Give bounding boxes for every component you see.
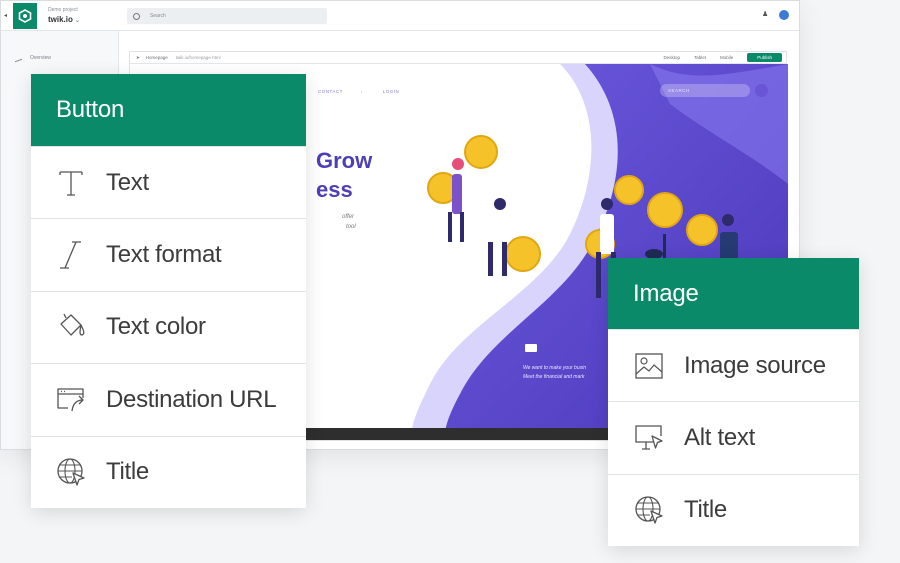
- hero-line-2: ess: [316, 177, 353, 202]
- panel-title: Button: [31, 74, 306, 146]
- page-name[interactable]: Homepage: [146, 55, 168, 60]
- property-label: Destination URL: [106, 385, 277, 413]
- app-logo[interactable]: [13, 3, 37, 29]
- view-desktop[interactable]: Desktop: [663, 55, 680, 60]
- search-input[interactable]: Search: [127, 8, 327, 24]
- hero-sub-line-1: offer: [342, 214, 355, 220]
- image-icon: [632, 349, 666, 383]
- globe-cursor-icon: [632, 493, 666, 527]
- link-window-icon: [54, 383, 88, 417]
- pointer-icon[interactable]: ➤: [136, 55, 140, 61]
- sidebar-item-label: Overview: [30, 55, 51, 61]
- paint-bucket-icon: [54, 310, 88, 344]
- nav-contact[interactable]: CONTACT: [318, 89, 343, 94]
- property-title[interactable]: Title: [608, 473, 859, 546]
- property-destination-url[interactable]: Destination URL: [31, 363, 306, 435]
- globe-cursor-icon: [54, 455, 88, 489]
- bell-icon[interactable]: ♟: [762, 11, 769, 19]
- property-label: Image source: [684, 351, 826, 379]
- menu-icon[interactable]: [755, 84, 768, 97]
- hero-subtext: offer tool: [316, 212, 356, 232]
- site-search-placeholder: SEARCH: [668, 88, 690, 93]
- page-path: twik.io/homepage.html: [175, 55, 221, 60]
- hero-line-1: Grow: [316, 148, 373, 173]
- text-format-icon: [54, 238, 88, 272]
- search-placeholder: Search: [150, 13, 166, 19]
- site-search-input[interactable]: SEARCH: [660, 84, 750, 97]
- avatar[interactable]: [779, 10, 789, 20]
- property-text[interactable]: Text: [31, 146, 306, 218]
- sidebar-item-overview[interactable]: Overview: [15, 53, 51, 63]
- property-label: Alt text: [684, 423, 755, 451]
- property-label: Text: [106, 168, 149, 196]
- site-nav: CONTACT › LOGIN: [318, 89, 417, 94]
- hexagon-logo-icon: [18, 9, 32, 23]
- button-properties-panel: Button Text Text format Text color Desti…: [31, 74, 306, 508]
- property-title[interactable]: Title: [31, 435, 306, 508]
- hero-sub-line-2: tool: [346, 224, 356, 230]
- property-label: Text format: [106, 241, 222, 269]
- search-icon: [133, 12, 140, 20]
- project-label: Demo project: [48, 7, 78, 13]
- project-name: twik.io: [48, 15, 73, 24]
- property-label: Text color: [106, 313, 206, 341]
- hero-copy-line-1: We want to make your busin: [523, 365, 586, 371]
- collapse-icon[interactable]: ◂: [4, 13, 8, 19]
- publish-button[interactable]: Publish: [747, 53, 782, 62]
- property-label: Title: [684, 496, 727, 524]
- monitor-cursor-icon: [632, 421, 666, 455]
- page-url-bar: ➤ Homepage twik.io/homepage.html Desktop…: [130, 52, 786, 64]
- property-label: Title: [106, 458, 149, 486]
- hero-copy: We want to make your busin Meet the fina…: [523, 364, 586, 382]
- video-icon[interactable]: [525, 344, 537, 352]
- trend-icon: [15, 53, 22, 63]
- chevron-down-icon: ⌄: [74, 18, 80, 24]
- property-alt-text[interactable]: Alt text: [608, 401, 859, 473]
- top-bar: ◂ Demo project twik.io ⌄ Search ♟: [1, 1, 799, 31]
- hero-copy-line-2: Meet the financial and mark: [523, 374, 585, 380]
- property-text-format[interactable]: Text format: [31, 218, 306, 290]
- project-switcher[interactable]: twik.io ⌄: [48, 15, 80, 24]
- property-image-source[interactable]: Image source: [608, 329, 859, 401]
- panel-title: Image: [608, 258, 859, 329]
- image-properties-panel: Image Image source Alt text Title: [608, 258, 859, 546]
- nav-login[interactable]: LOGIN: [383, 89, 400, 94]
- hero-heading: Grow ess: [316, 146, 372, 204]
- nav-separator: ›: [360, 89, 363, 94]
- property-text-color[interactable]: Text color: [31, 290, 306, 363]
- text-icon: [54, 166, 88, 200]
- view-tablet[interactable]: Tablet: [694, 55, 706, 60]
- view-mobile[interactable]: Mobile: [720, 55, 733, 60]
